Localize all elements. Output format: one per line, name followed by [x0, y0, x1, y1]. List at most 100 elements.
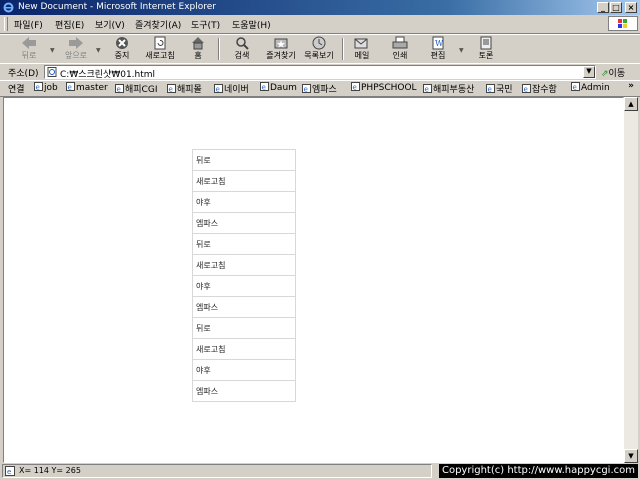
nav-cell[interactable]: 뒤로 — [192, 317, 296, 339]
nav-cell[interactable]: 야후 — [192, 191, 296, 213]
windows-logo-icon — [608, 16, 638, 31]
forward-dropdown-icon[interactable]: ▼ — [96, 47, 101, 54]
svg-text:e: e — [353, 84, 357, 92]
link-item[interactable]: e master — [66, 82, 108, 93]
link-label: 국민 — [496, 85, 513, 95]
table-row: 뒤로 — [192, 317, 296, 339]
address-dropdown-button[interactable]: ▼ — [583, 66, 595, 78]
history-button[interactable]: 목록보기 — [300, 36, 338, 63]
edit-icon: W — [432, 36, 444, 50]
favorites-button[interactable]: 즐겨찾기 — [262, 36, 300, 63]
menu-view[interactable]: 보기(V) — [95, 18, 125, 31]
link-item[interactable]: e 네이버 — [214, 82, 249, 95]
links-more-chevron-icon[interactable]: » — [628, 81, 634, 91]
scroll-down-button[interactable]: ▼ — [624, 449, 638, 463]
forward-button[interactable]: 앞으로 — [60, 36, 92, 63]
mail-icon — [354, 38, 368, 49]
ie-page-icon: e — [115, 84, 124, 93]
title-bar[interactable]: New Document - Microsoft Internet Explor… — [0, 0, 640, 15]
menu-file[interactable]: 파일(F) — [14, 18, 43, 31]
nav-cell[interactable]: 엠파스 — [192, 380, 296, 402]
search-icon — [236, 37, 249, 50]
back-button[interactable]: 뒤로 — [14, 36, 44, 63]
ie-page-icon: e — [571, 82, 580, 91]
nav-cell[interactable]: 뒤로 — [192, 233, 296, 255]
svg-text:e: e — [216, 86, 220, 94]
link-item[interactable]: e 해피몰 — [167, 82, 202, 95]
svg-text:e: e — [488, 86, 492, 94]
links-bar: 연결 e job e master e 해피CGI e 해피몰 e 네이버 e Daum e… — [0, 80, 640, 97]
link-label: master — [76, 83, 108, 93]
nav-cell[interactable]: 새로고침 — [192, 338, 296, 360]
refresh-button[interactable]: 새로고침 — [140, 36, 180, 63]
print-button[interactable]: 인쇄 — [386, 36, 414, 63]
vertical-scrollbar[interactable]: ▲ ▼ — [624, 97, 638, 463]
table-row: 뒤로 — [192, 233, 296, 255]
link-item[interactable]: e 잡수함 — [522, 82, 557, 95]
discuss-icon — [480, 36, 492, 50]
nav-cell[interactable]: 새로고침 — [192, 170, 296, 192]
link-label: job — [44, 83, 58, 93]
link-item[interactable]: e job — [34, 82, 58, 93]
link-label: Daum — [270, 83, 297, 93]
svg-text:e: e — [169, 86, 173, 94]
back-arrow-icon — [22, 37, 36, 49]
nav-cell[interactable]: 엠파스 — [192, 212, 296, 234]
status-text: X= 114 Y= 265 — [19, 466, 81, 475]
home-icon — [192, 37, 204, 50]
back-dropdown-icon[interactable]: ▼ — [50, 47, 55, 54]
ie-page-icon: e — [66, 82, 75, 91]
menu-grip[interactable] — [4, 17, 8, 31]
menu-favorites[interactable]: 즐겨찾기(A) — [135, 18, 181, 31]
nav-cell[interactable]: 뒤로 — [192, 149, 296, 171]
status-bar: e X= 114 Y= 265 Copyright(c) http://www.… — [0, 463, 640, 480]
nav-cell[interactable]: 야후 — [192, 275, 296, 297]
link-label: 엠파스 — [312, 85, 337, 95]
edit-button[interactable]: W 편집 — [424, 36, 452, 63]
minimize-button[interactable]: _ — [597, 2, 609, 13]
refresh-label: 새로고침 — [145, 51, 175, 60]
page-viewport[interactable]: 뒤로 새로고침 야후 엠파스 뒤로 새로고침 야후 엠파스 뒤로 새로고침 야후… — [3, 97, 624, 463]
toolbar-separator — [342, 38, 344, 60]
favorites-label: 즐겨찾기 — [266, 51, 296, 60]
window-title: New Document - Microsoft Internet Explor… — [18, 2, 216, 12]
nav-cell[interactable]: 야후 — [192, 359, 296, 381]
link-item[interactable]: e 해피부동산 — [423, 82, 474, 95]
discuss-button[interactable]: 토론 — [472, 36, 500, 63]
nav-cell[interactable]: 새로고침 — [192, 254, 296, 276]
link-label: Admin — [581, 83, 610, 93]
nav-cell[interactable]: 엠파스 — [192, 296, 296, 318]
link-item[interactable]: e 엠파스 — [302, 82, 337, 95]
status-pane: e X= 114 Y= 265 — [2, 464, 432, 478]
search-label: 검색 — [234, 51, 250, 60]
address-input[interactable]: C:₩스크린샷₩01.html ▼ — [44, 65, 596, 80]
link-item[interactable]: e 해피CGI — [115, 82, 157, 95]
maximize-button[interactable]: □ — [610, 2, 622, 13]
history-label: 목록보기 — [304, 51, 334, 60]
mail-button[interactable]: 메일 — [348, 36, 376, 63]
go-button[interactable]: ⇗이동 — [601, 66, 625, 79]
home-button[interactable]: 홈 — [186, 36, 210, 63]
menu-tools[interactable]: 도구(T) — [191, 18, 220, 31]
ie-page-icon: e — [167, 84, 176, 93]
ie-page-icon: e — [260, 82, 269, 91]
link-item[interactable]: e Admin — [571, 82, 610, 93]
search-button[interactable]: 검색 — [226, 36, 258, 63]
ie-page-icon: e — [486, 84, 495, 93]
ie-page-icon: e — [351, 82, 360, 91]
close-button[interactable]: × — [625, 2, 637, 13]
scroll-up-button[interactable]: ▲ — [624, 97, 638, 111]
link-item[interactable]: e Daum — [260, 82, 297, 93]
link-item[interactable]: e PHPSCHOOL — [351, 82, 417, 93]
page-status-icon: e — [5, 466, 15, 476]
link-label: 잡수함 — [532, 85, 557, 95]
menu-edit[interactable]: 편집(E) — [55, 18, 84, 31]
link-item[interactable]: e 국민 — [486, 82, 513, 95]
stop-label: 중지 — [114, 51, 130, 60]
edit-dropdown-icon[interactable]: ▼ — [459, 47, 464, 54]
stop-button[interactable]: 중지 — [108, 36, 136, 63]
menu-help[interactable]: 도움말(H) — [232, 18, 271, 31]
ie-logo-icon — [3, 2, 14, 13]
favorites-icon — [274, 38, 288, 49]
menu-bar: 파일(F) 편집(E) 보기(V) 즐겨찾기(A) 도구(T) 도움말(H) — [0, 15, 640, 34]
